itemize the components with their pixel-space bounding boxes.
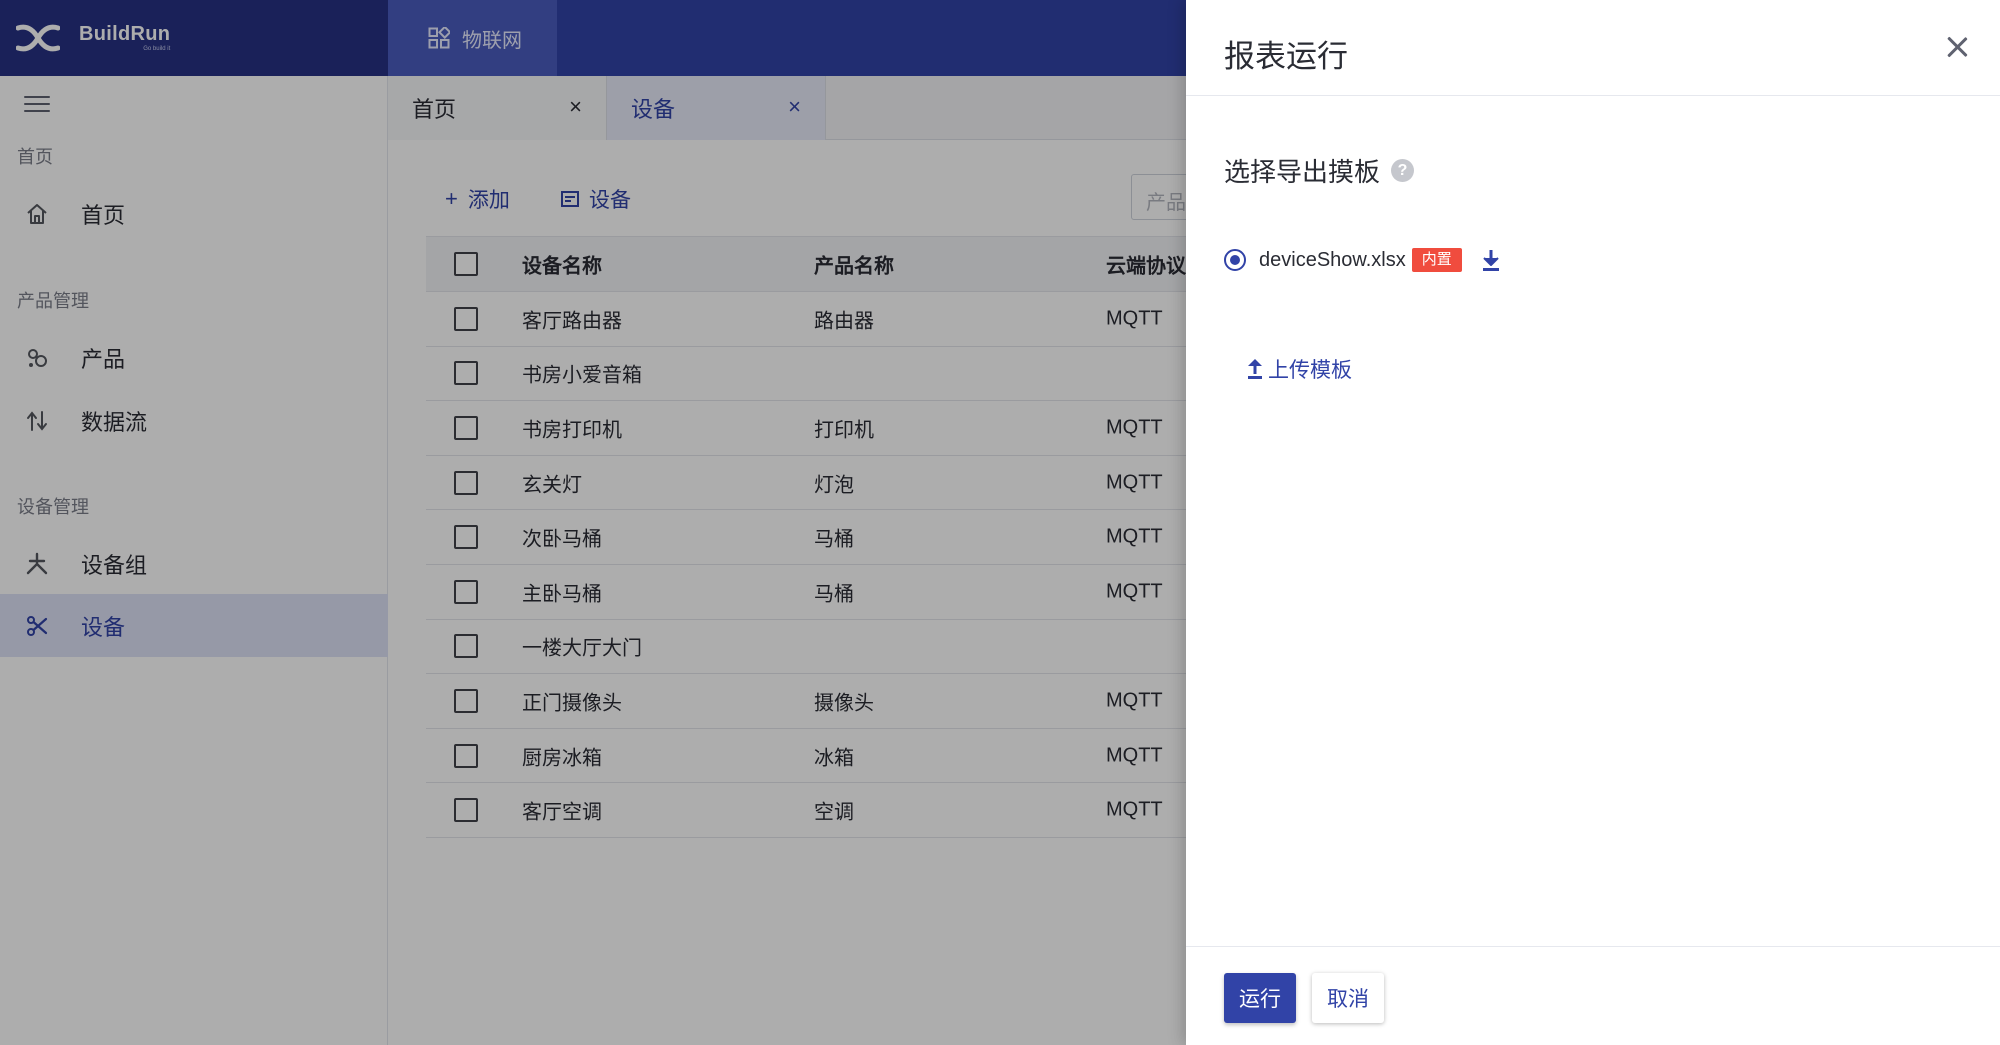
drawer-title: 报表运行 bbox=[1224, 39, 1348, 74]
upload-template-link[interactable]: 上传模板 bbox=[1246, 354, 1352, 384]
upload-template-label: 上传模板 bbox=[1268, 359, 1352, 382]
run-button[interactable]: 运行 bbox=[1224, 973, 1296, 1023]
template-section-label: 选择导出摸板 bbox=[1224, 157, 1381, 187]
cancel-button[interactable]: 取消 bbox=[1312, 973, 1384, 1023]
modal-backdrop[interactable] bbox=[0, 0, 1186, 1045]
help-icon[interactable]: ? bbox=[1391, 159, 1415, 182]
upload-icon bbox=[1248, 359, 1262, 379]
template-file-name: deviceShow.xlsx bbox=[1259, 248, 1406, 271]
template-radio[interactable] bbox=[1224, 249, 1246, 271]
report-run-drawer: 报表运行 选择导出摸板 ? deviceShow.xlsx 内置 上传模板 运行… bbox=[1186, 0, 2000, 1045]
builtin-badge: 内置 bbox=[1411, 248, 1462, 272]
download-icon[interactable] bbox=[1480, 248, 1502, 272]
close-icon[interactable] bbox=[1946, 36, 1968, 58]
drawer-header: 报表运行 bbox=[1186, 0, 2000, 96]
template-section-title: 选择导出摸板 ? bbox=[1224, 152, 1415, 189]
template-option[interactable]: deviceShow.xlsx 内置 bbox=[1224, 248, 1502, 272]
drawer-footer: 运行 取消 bbox=[1186, 946, 2000, 1045]
